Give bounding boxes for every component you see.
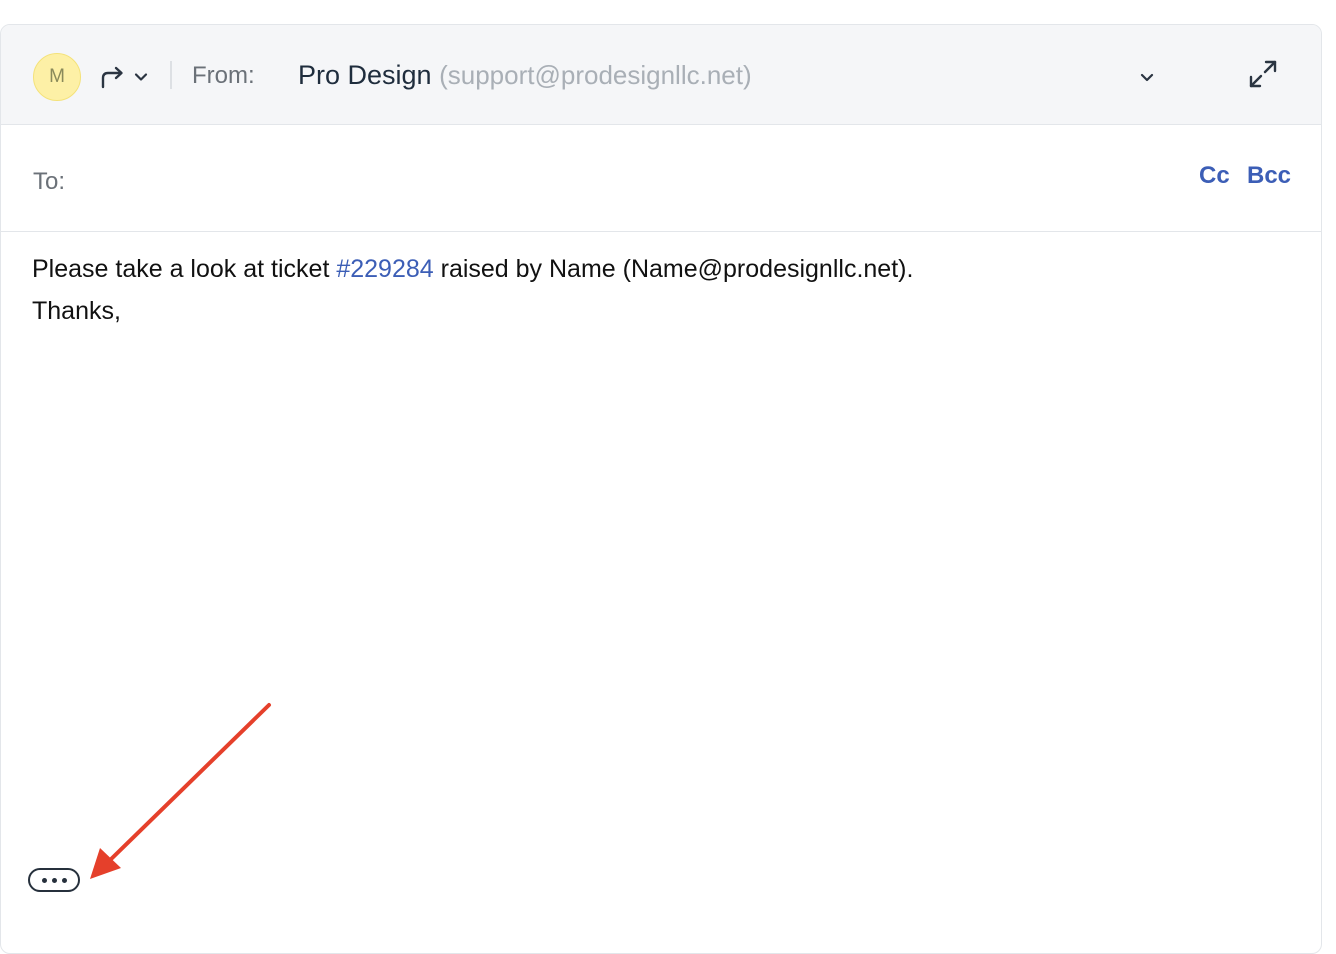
ellipsis-icon [41,877,47,883]
ellipsis-icon [51,877,57,883]
divider [170,61,172,89]
cc-button[interactable]: Cc [1199,161,1230,191]
body-line-2: Thanks, [32,297,121,325]
from-label: From: [192,62,255,89]
bcc-button[interactable]: Bcc [1247,161,1291,191]
ticket-link[interactable]: #229284 [336,255,433,283]
body-text: Please take a look at ticket [32,255,337,283]
from-name: Pro Design [298,60,432,90]
expand-icon[interactable] [1247,58,1279,90]
reply-type-button[interactable] [99,61,155,93]
more-options-button[interactable] [28,868,80,892]
to-row: To: Cc Bcc [1,125,1321,232]
avatar[interactable]: M [33,53,81,101]
to-label: To: [33,168,66,195]
composer-header: M From: Pro Design (support@prodesignllc… [1,25,1321,125]
forward-arrow-icon [101,66,123,89]
body-line-1: Please take a look at ticket #229284 rai… [32,248,1292,290]
email-composer: M From: Pro Design (support@prodesignllc… [0,24,1322,954]
chevron-down-icon[interactable] [1135,65,1159,89]
from-selector[interactable]: Pro Design (support@prodesignllc.net) [298,58,752,92]
to-input[interactable] [83,161,1167,203]
chevron-down-icon [134,73,148,81]
from-email: (support@prodesignllc.net) [439,60,752,90]
ellipsis-icon [61,877,67,883]
message-body[interactable]: Please take a look at ticket #229284 rai… [32,248,1292,332]
body-text: raised by Name (Name@prodesignllc.net). [433,255,914,283]
